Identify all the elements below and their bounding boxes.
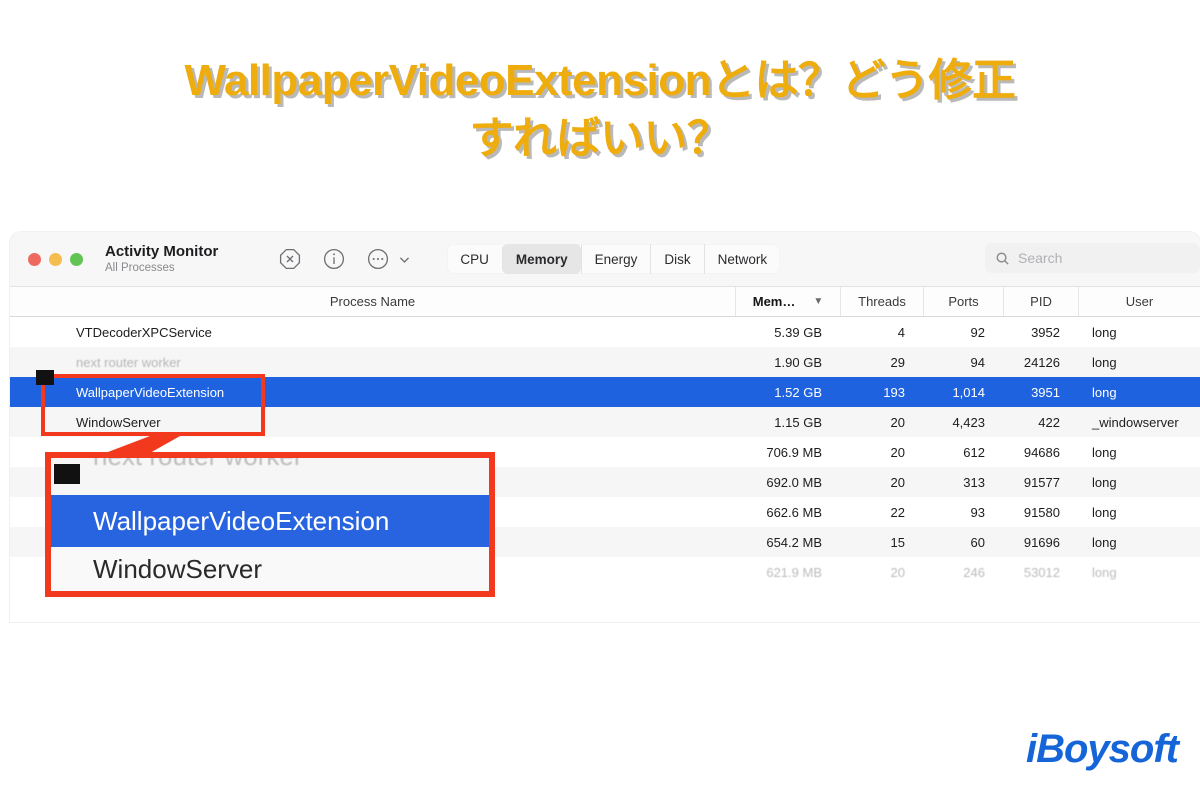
cell-user: _windowserver: [1092, 414, 1179, 430]
iboysoft-logo: iBoysoft: [1026, 727, 1179, 771]
cell-ports: 1,014: [952, 384, 985, 400]
magnified-row-bottom: WindowServer: [51, 547, 489, 591]
cell-user: long: [1092, 564, 1117, 580]
marker-square-icon: [54, 464, 80, 484]
window-title-block: Activity Monitor All Processes: [105, 243, 218, 274]
cell-process-name: next router worker: [76, 354, 181, 370]
search-placeholder: Search: [1018, 250, 1063, 266]
cell-memory: 621.9 MB: [766, 564, 822, 580]
cell-ports: 92: [970, 324, 985, 340]
cell-ports: 4,423: [952, 414, 985, 430]
cell-threads: 20: [890, 474, 905, 490]
magnified-row-top: next router worker: [51, 458, 489, 495]
cell-memory: 692.0 MB: [766, 474, 822, 490]
cell-pid: 53012: [1023, 564, 1060, 580]
magnified-row-selected: WallpaperVideoExtension: [51, 495, 489, 547]
cell-pid: 91577: [1023, 474, 1060, 490]
zoom-button[interactable]: [70, 252, 83, 266]
view-tabs: CPU Memory Energy Disk Network: [447, 244, 781, 274]
magnified-callout-panel: next router worker WallpaperVideoExtensi…: [45, 452, 495, 597]
traffic-lights: [28, 252, 83, 266]
cell-threads: 29: [890, 354, 905, 370]
search-icon: [995, 251, 1010, 266]
cell-ports: 612: [963, 444, 985, 460]
column-header-threads[interactable]: Threads: [840, 287, 923, 316]
app-subtitle: All Processes: [105, 261, 175, 274]
cell-user: long: [1092, 384, 1117, 400]
cell-memory: 654.2 MB: [766, 534, 822, 550]
cell-memory: 706.9 MB: [766, 444, 822, 460]
cell-memory: 1.90 GB: [774, 354, 822, 370]
inspect-process-icon[interactable]: [322, 247, 346, 271]
cell-memory: 1.52 GB: [774, 384, 822, 400]
search-field[interactable]: Search: [985, 243, 1200, 273]
cell-memory: 1.15 GB: [774, 414, 822, 430]
cell-threads: 193: [883, 384, 905, 400]
window-toolbar: Activity Monitor All Processes CPU Memor…: [10, 232, 1200, 286]
cell-pid: 3952: [1031, 324, 1060, 340]
table-row[interactable]: next router worker 1.90 GB 29 94 24126 l…: [10, 347, 1200, 377]
toolbar-icon-group: [278, 247, 411, 271]
cell-user: long: [1092, 504, 1117, 520]
table-row[interactable]: VTDecoderXPCService 5.39 GB 4 92 3952 lo…: [10, 317, 1200, 347]
quit-process-icon[interactable]: [278, 247, 302, 271]
cell-pid: 3951: [1031, 384, 1060, 400]
more-options-icon[interactable]: [366, 247, 390, 271]
cell-pid: 91580: [1023, 504, 1060, 520]
tab-network[interactable]: Network: [703, 244, 781, 274]
cell-ports: 93: [970, 504, 985, 520]
page-root: WallpaperVideoExtensionとは？どう修正 すればいい？ Ac…: [0, 0, 1200, 800]
column-header-ports[interactable]: Ports: [923, 287, 1003, 316]
highlight-rectangle: [41, 374, 265, 436]
tab-energy[interactable]: Energy: [580, 244, 651, 274]
table-column-headers: Process Name Mem… ▼ Threads Ports PID Us…: [10, 286, 1200, 317]
minimize-button[interactable]: [49, 252, 62, 266]
tab-cpu[interactable]: CPU: [447, 244, 502, 274]
app-title: Activity Monitor: [105, 243, 219, 261]
cell-pid: 94686: [1023, 444, 1060, 460]
cell-threads: 4: [897, 324, 905, 340]
cell-user: long: [1092, 444, 1117, 460]
cell-threads: 22: [890, 504, 905, 520]
column-header-memory-label: Mem…: [752, 294, 796, 309]
cell-threads: 20: [890, 564, 905, 580]
tab-memory[interactable]: Memory: [501, 244, 581, 274]
sort-descending-icon: ▼: [813, 296, 824, 307]
cell-threads: 20: [890, 444, 905, 460]
column-header-user[interactable]: User: [1078, 287, 1200, 316]
column-header-memory[interactable]: Mem… ▼: [735, 287, 840, 316]
cell-user: long: [1092, 534, 1117, 550]
cell-ports: 246: [963, 564, 985, 580]
marker-square-icon: [36, 370, 54, 385]
cell-process-name: VTDecoderXPCService: [76, 324, 212, 340]
cell-ports: 94: [970, 354, 985, 370]
column-header-process-name[interactable]: Process Name: [10, 287, 735, 316]
page-title: WallpaperVideoExtensionとは？どう修正 すればいい？: [184, 56, 1016, 163]
cell-threads: 15: [890, 534, 905, 550]
chevron-down-icon[interactable]: [398, 253, 411, 266]
cell-pid: 91696: [1023, 534, 1060, 550]
cell-threads: 20: [890, 414, 905, 430]
cell-ports: 313: [963, 474, 985, 490]
cell-memory: 5.39 GB: [774, 324, 822, 340]
cell-user: long: [1092, 324, 1117, 340]
cell-ports: 60: [970, 534, 985, 550]
cell-pid: 422: [1038, 414, 1060, 430]
column-header-pid[interactable]: PID: [1003, 287, 1078, 316]
cell-user: long: [1092, 474, 1117, 490]
cell-pid: 24126: [1023, 354, 1060, 370]
close-button[interactable]: [28, 252, 41, 266]
cell-user: long: [1092, 354, 1117, 370]
tab-disk[interactable]: Disk: [650, 244, 703, 274]
cell-memory: 662.6 MB: [766, 504, 822, 520]
